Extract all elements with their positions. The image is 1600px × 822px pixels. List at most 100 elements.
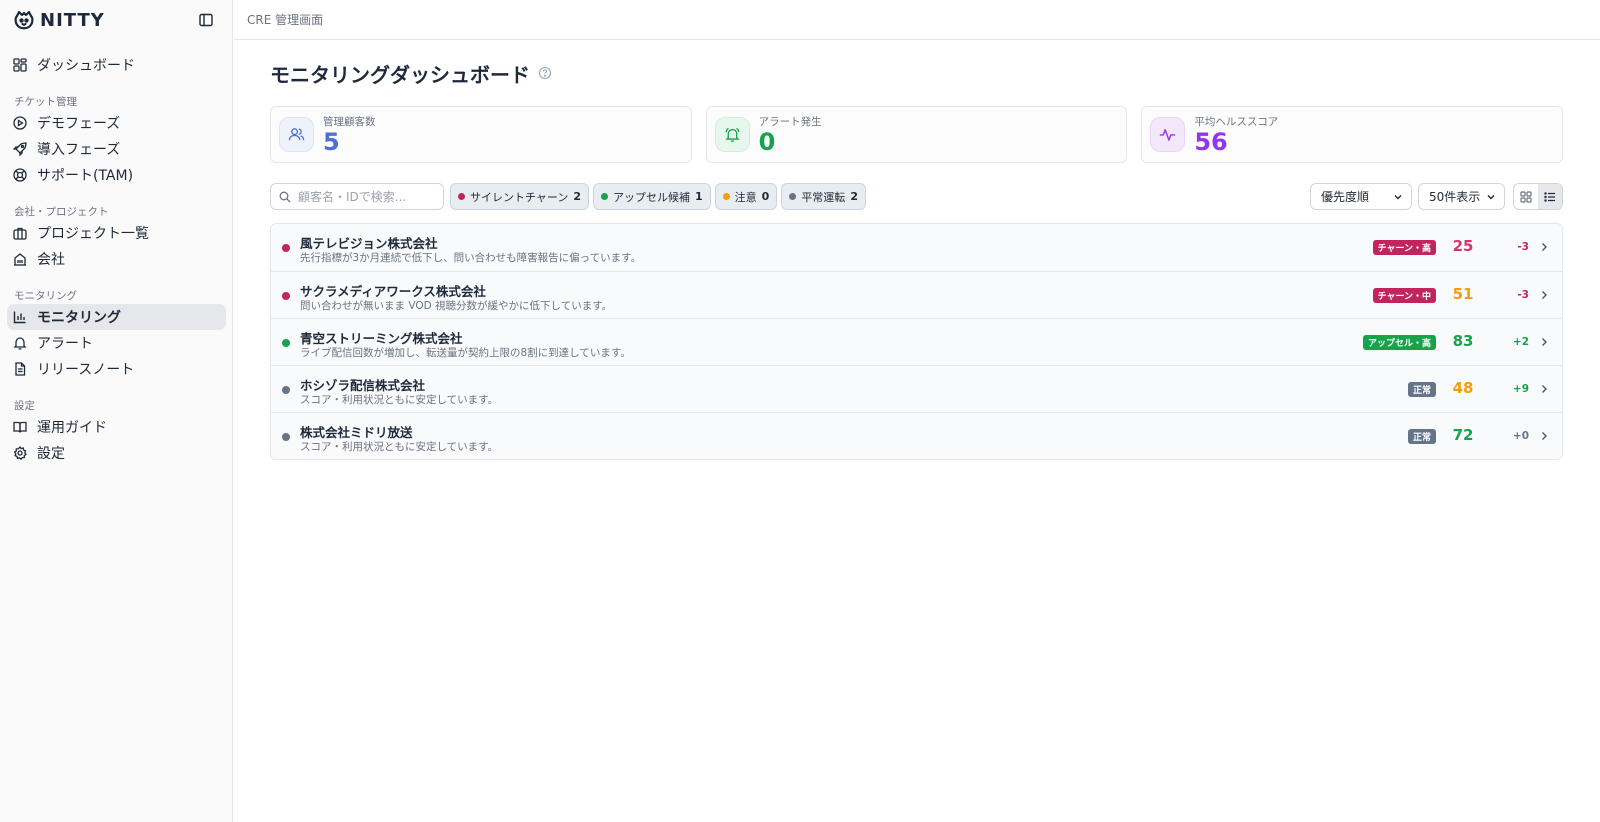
stat-label: 平均ヘルススコア xyxy=(1194,115,1279,128)
page-title: モニタリングダッシュボード xyxy=(270,62,530,87)
status-badge: チャーン・中 xyxy=(1372,288,1436,303)
page-size-select-value: 50件表示 xyxy=(1429,190,1481,204)
score-delta: -3 xyxy=(1517,289,1529,301)
status-dot xyxy=(601,193,608,200)
customer-description: 問い合わせが無いまま VOD 視聴分数が緩やかに低下しています。 xyxy=(300,300,613,312)
health-score: 83 xyxy=(1452,332,1474,350)
score-delta: +0 xyxy=(1512,430,1529,442)
sidebar-item-label: モニタリング xyxy=(37,310,121,326)
chevron-right-icon xyxy=(1542,338,1547,346)
filter-chip-normal[interactable]: 平常運転 2 xyxy=(781,183,866,210)
status-dot xyxy=(282,244,290,252)
grid-icon xyxy=(1520,190,1532,203)
help-icon[interactable] xyxy=(538,66,552,80)
dashboard-grid-icon xyxy=(13,58,27,72)
filter-toolbar: サイレントチャーン 2 アップセル候補 1 注意 0 平常運転 2 優先度順 xyxy=(270,183,1563,210)
status-dot xyxy=(282,433,290,441)
sort-select[interactable]: 優先度順 xyxy=(1310,183,1412,210)
bell-ring-icon xyxy=(725,127,740,142)
sidebar-item-label: デモフェーズ xyxy=(37,116,121,132)
status-badge: チャーン・高 xyxy=(1372,240,1436,255)
chevron-right-icon xyxy=(1542,243,1547,251)
chevron-right-icon xyxy=(1542,291,1547,299)
view-mode-toggle xyxy=(1513,183,1563,210)
status-badge: 正常 xyxy=(1407,429,1436,444)
health-score: 72 xyxy=(1452,426,1474,444)
lifebuoy-icon xyxy=(13,168,27,182)
sidebar-section-settings: 設定 xyxy=(14,399,35,412)
chip-count: 1 xyxy=(695,190,703,203)
bar-chart-icon xyxy=(13,311,26,324)
sidebar-item-monitoring[interactable]: モニタリング xyxy=(7,304,226,330)
sidebar-item-support-tam[interactable]: サポート(TAM) xyxy=(7,162,226,188)
chip-count: 0 xyxy=(761,190,770,203)
stat-icon-box xyxy=(714,117,750,152)
users-icon xyxy=(288,128,305,141)
status-dot xyxy=(458,193,465,200)
status-badge: 正常 xyxy=(1407,382,1436,397)
sidebar-nav: ダッシュボード チケット管理 デモフェーズ 導入フェーズ サポート(TAM) 会… xyxy=(0,52,233,466)
chevron-down-icon xyxy=(1394,194,1402,199)
brand-name: NITTY xyxy=(40,9,105,31)
nitty-logo-icon xyxy=(14,10,34,30)
sidebar-toggle-button[interactable] xyxy=(198,12,214,28)
customer-row[interactable]: 風テレビジョン株式会社 先行指標が3か月連続で低下し、問い合わせも障害報告に偏っ… xyxy=(271,224,1562,271)
sidebar-item-dashboard[interactable]: ダッシュボード xyxy=(7,52,226,78)
book-icon xyxy=(13,421,27,433)
search-box[interactable] xyxy=(270,183,444,210)
sidebar-item-alerts[interactable]: アラート xyxy=(7,330,226,356)
health-score: 48 xyxy=(1452,379,1474,397)
customer-row[interactable]: サクラメディアワークス株式会社 問い合わせが無いまま VOD 視聴分数が緩やかに… xyxy=(271,271,1562,318)
stat-value-health-score: 56 xyxy=(1194,127,1228,156)
customer-description: スコア・利用状況ともに安定しています。 xyxy=(300,441,499,453)
status-badge: アップセル・高 xyxy=(1362,335,1436,350)
sidebar-item-demo-phase[interactable]: デモフェーズ xyxy=(7,110,226,136)
sidebar-item-onboarding-phase[interactable]: 導入フェーズ xyxy=(7,136,226,162)
status-dot xyxy=(282,292,290,300)
sidebar-item-company[interactable]: 会社 xyxy=(7,246,226,272)
status-dot xyxy=(789,193,797,200)
customer-description: 先行指標が3か月連続で低下し、問い合わせも障害報告に偏っています。 xyxy=(300,252,642,264)
list-view-button[interactable] xyxy=(1538,184,1562,209)
rocket-icon xyxy=(13,142,27,156)
page-header: モニタリングダッシュボード xyxy=(270,58,552,88)
chip-label: 注意 xyxy=(734,190,757,204)
customer-row[interactable]: 株式会社ミドリ放送 スコア・利用状況ともに安定しています。 正常 72 +0 xyxy=(271,412,1562,459)
chip-count: 2 xyxy=(850,190,858,203)
gear-icon xyxy=(13,446,27,460)
stat-card-health-score: 平均ヘルススコア 56 xyxy=(1141,106,1564,163)
filter-chip-silent-churn[interactable]: サイレントチャーン 2 xyxy=(450,183,589,210)
status-dot xyxy=(282,339,290,347)
sidebar-item-label: アラート xyxy=(37,336,93,352)
sidebar-item-label: リリースノート xyxy=(37,362,135,378)
sidebar-item-label: 設定 xyxy=(37,446,65,462)
sidebar-item-label: サポート(TAM) xyxy=(37,168,134,184)
score-delta: -3 xyxy=(1517,241,1529,253)
breadcrumb[interactable]: CRE 管理画面 xyxy=(247,11,323,28)
panel-left-icon xyxy=(199,13,213,27)
sidebar-item-release-notes[interactable]: リリースノート xyxy=(7,356,226,382)
chip-count: 2 xyxy=(573,190,581,203)
sidebar-section-monitoring: モニタリング xyxy=(14,289,77,302)
activity-icon xyxy=(1160,129,1176,141)
sidebar-item-projects[interactable]: プロジェクト一覧 xyxy=(7,220,226,246)
customer-row[interactable]: ホシゾラ配信株式会社 スコア・利用状況ともに安定しています。 正常 48 +9 xyxy=(271,365,1562,412)
search-input[interactable] xyxy=(298,189,438,204)
chevron-right-icon xyxy=(1542,432,1547,440)
chevron-right-icon xyxy=(1542,385,1547,393)
filter-chip-caution[interactable]: 注意 0 xyxy=(714,183,778,210)
page-size-select[interactable]: 50件表示 xyxy=(1418,183,1505,210)
customer-row[interactable]: 青空ストリーミング株式会社 ライブ配信回数が増加し、転送量が契約上限の8割に到達… xyxy=(271,318,1562,365)
brand-logo[interactable]: NITTY xyxy=(12,8,105,32)
status-dot xyxy=(282,386,290,394)
filter-chip-upsell[interactable]: アップセル候補 1 xyxy=(593,183,711,210)
briefcase-icon xyxy=(13,227,27,240)
sidebar-section-ticket: チケット管理 xyxy=(14,95,77,108)
grid-view-button[interactable] xyxy=(1514,184,1538,209)
sidebar-item-guide[interactable]: 運用ガイド xyxy=(7,414,226,440)
sidebar-item-settings[interactable]: 設定 xyxy=(7,440,226,466)
score-delta: +9 xyxy=(1512,383,1529,395)
stat-icon-box xyxy=(1150,117,1186,152)
bell-icon xyxy=(13,337,27,350)
chip-label: アップセル候補 xyxy=(613,190,690,204)
